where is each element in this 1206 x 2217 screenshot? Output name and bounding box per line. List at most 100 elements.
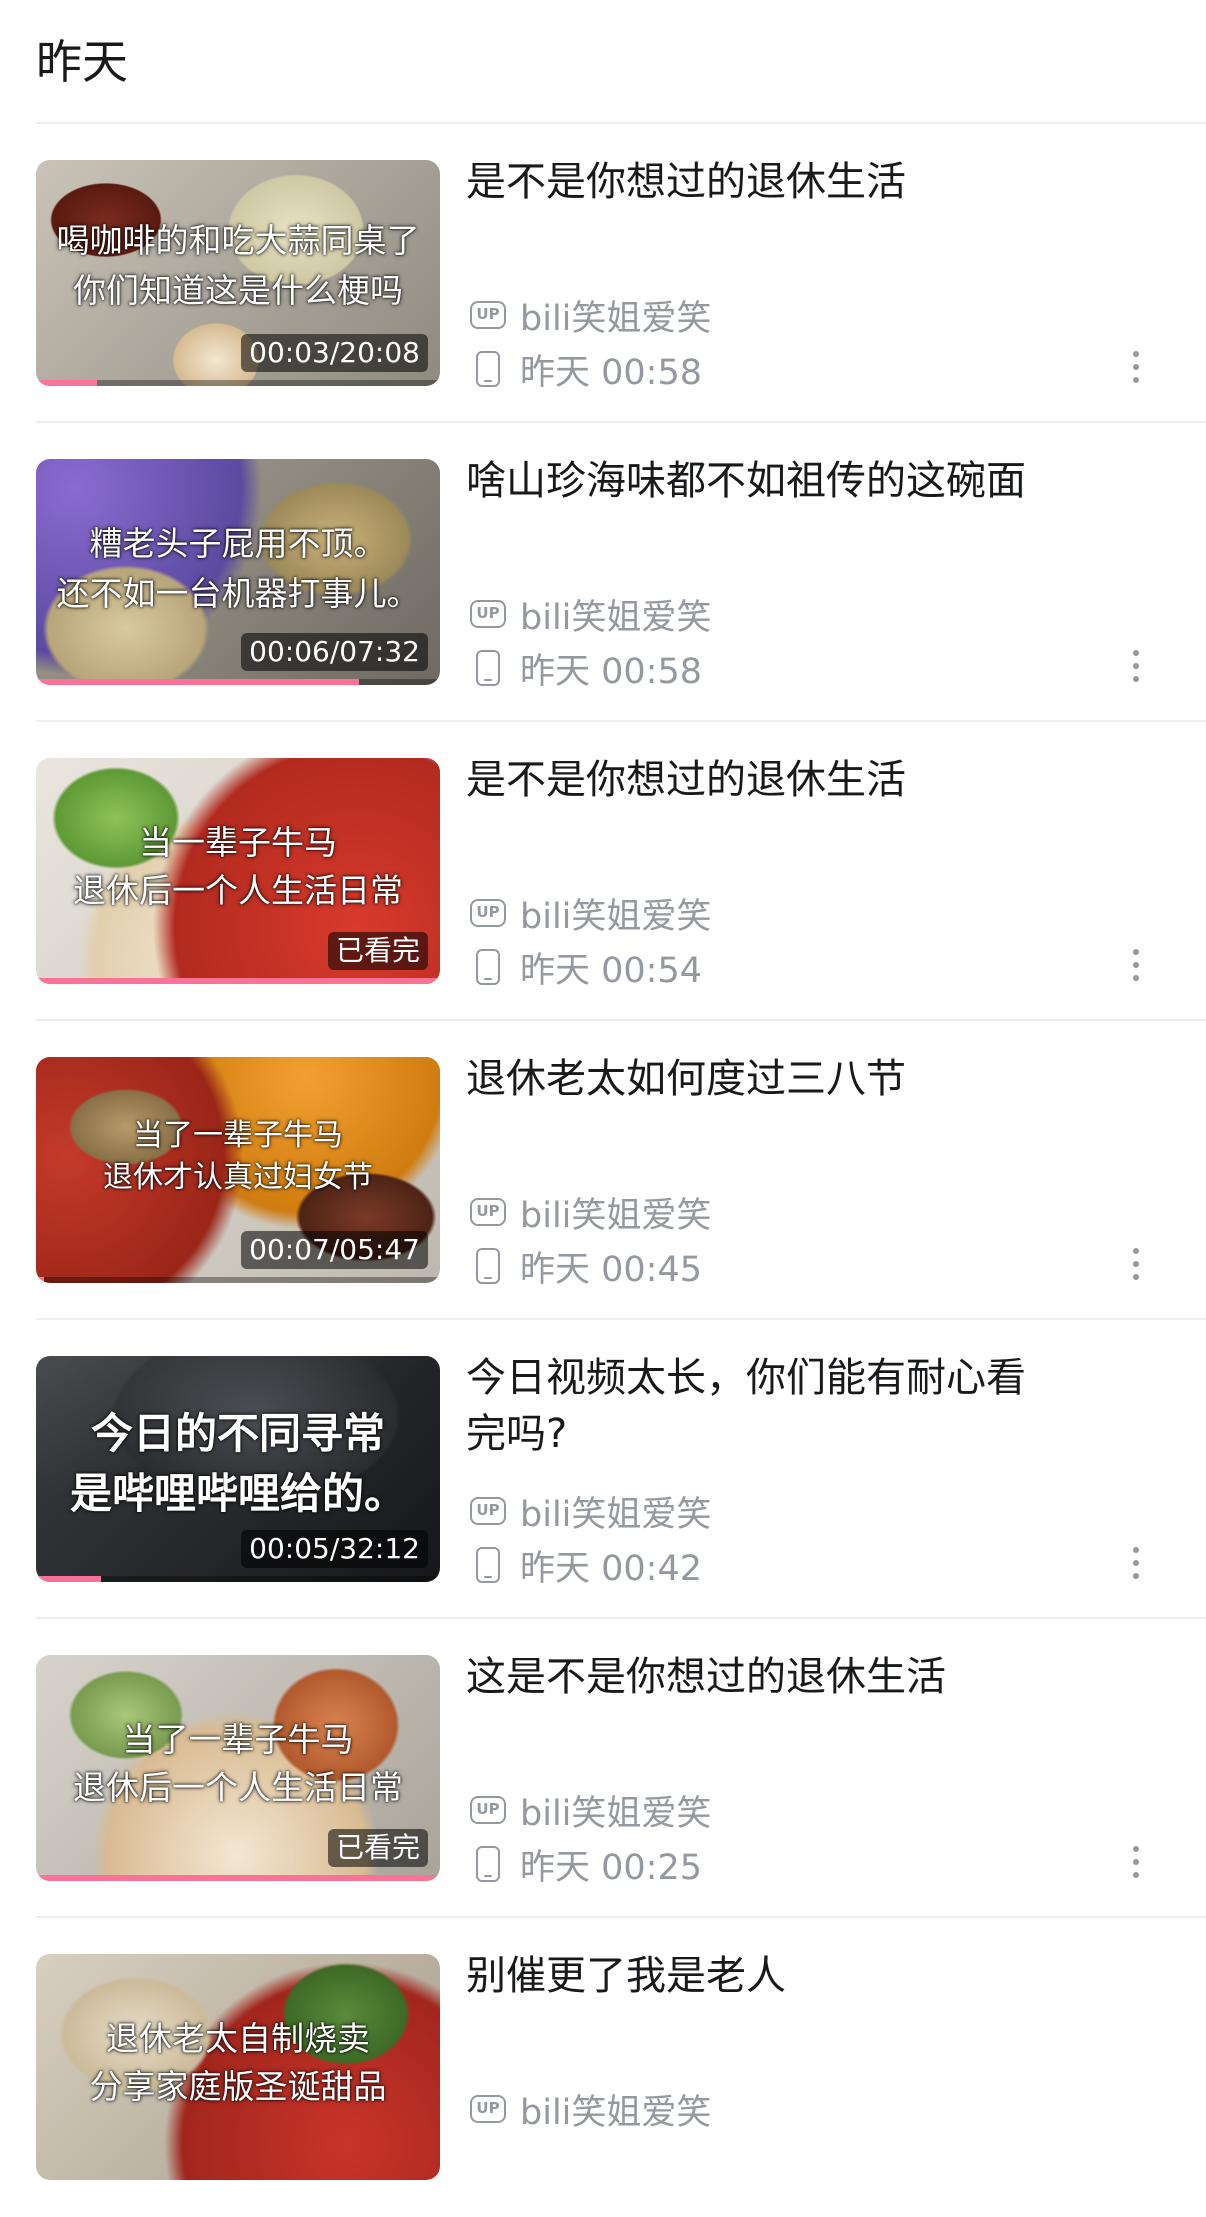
uploader-row[interactable]: UP bili笑姐爱笑 xyxy=(470,1488,712,1535)
more-vertical-icon xyxy=(1133,1261,1139,1267)
history-item[interactable]: 当了一辈子牛马 退休后一个人生活日常 已看完 这是不是你想过的退休生活 UP b… xyxy=(0,1619,1206,1918)
uploader-row[interactable]: UP bili笑姐爱笑 xyxy=(470,2086,711,2133)
progress-badge: 00:05/32:12 xyxy=(241,1530,428,1568)
watch-progress-bar xyxy=(36,1576,440,1582)
watch-time: 昨天 00:25 xyxy=(520,1847,702,1888)
watch-progress-bar xyxy=(36,1875,440,1881)
watch-progress-bar xyxy=(36,978,440,984)
thumbnail-caption-line: 你们知道这是什么梗吗 xyxy=(73,271,403,310)
more-options-button[interactable] xyxy=(1116,1538,1156,1588)
video-title-line: 退休老太如何度过三八节 xyxy=(466,1056,906,1102)
thumbnail-caption-line: 今日的不同寻常 xyxy=(90,1409,385,1458)
thumbnail-caption-line: 还不如一台机器打事儿。 xyxy=(56,574,420,613)
history-item[interactable]: 当一辈子牛马 退休后一个人生活日常 已看完 是不是你想过的退休生活 UP bil… xyxy=(0,722,1206,1021)
phone-icon xyxy=(476,1547,500,1583)
uploader-row[interactable]: UP bili笑姐爱笑 xyxy=(470,1787,712,1834)
thumbnail-caption-line: 喝咖啡的和吃大蒜同桌了 xyxy=(56,221,420,260)
uploader-name: bili笑姐爱笑 xyxy=(520,298,712,339)
progress-badge: 00:07/05:47 xyxy=(241,1231,428,1269)
watch-time-row: 昨天 00:54 xyxy=(470,944,702,991)
watch-progress-fill xyxy=(36,1875,440,1881)
more-options-button[interactable] xyxy=(1116,342,1156,392)
history-item[interactable]: 喝咖啡的和吃大蒜同桌了 你们知道这是什么梗吗 00:03/20:08 是不是你想… xyxy=(0,124,1206,423)
more-options-button[interactable] xyxy=(1116,940,1156,990)
thumbnail-caption-line: 退休老太自制烧卖 xyxy=(106,2019,370,2058)
history-item[interactable]: 今日的不同寻常 是哔哩哔哩给的。 00:05/32:12 今日视频太长，你们能有… xyxy=(0,1320,1206,1619)
phone-icon xyxy=(476,1846,500,1882)
watch-progress-bar xyxy=(36,679,440,685)
video-thumbnail[interactable]: 当了一辈子牛马 退休后一个人生活日常 已看完 xyxy=(36,1655,440,1881)
more-vertical-icon xyxy=(1133,1846,1139,1852)
watch-time-row: 昨天 00:25 xyxy=(470,1841,702,1888)
video-title[interactable]: 这是不是你想过的退休生活 xyxy=(466,1649,1066,1705)
thumbnail-caption-line: 糟老头子屁用不顶。 xyxy=(89,524,387,563)
thumbnail-caption-line: 退休后一个人生活日常 xyxy=(73,871,403,910)
history-item[interactable]: 糟老头子屁用不顶。 还不如一台机器打事儿。 00:06/07:32 啥山珍海味都… xyxy=(0,423,1206,722)
phone-icon xyxy=(476,949,500,985)
uploader-name: bili笑姐爱笑 xyxy=(520,896,712,937)
video-thumbnail[interactable]: 今日的不同寻常 是哔哩哔哩给的。 00:05/32:12 xyxy=(36,1356,440,1582)
history-item[interactable]: 当了一辈子牛马 退休才认真过妇女节 00:07/05:47 退休老太如何度过三八… xyxy=(0,1021,1206,1320)
uploader-name: bili笑姐爱笑 xyxy=(520,1195,712,1236)
video-title-line: 今日视频太长，你们能有耐心看 xyxy=(466,1355,1026,1401)
phone-icon xyxy=(476,351,500,387)
up-badge-icon: UP xyxy=(470,600,506,628)
up-badge-icon: UP xyxy=(470,1796,506,1824)
more-vertical-icon xyxy=(1133,1859,1139,1865)
more-vertical-icon xyxy=(1133,1274,1139,1280)
watch-progress-fill xyxy=(36,1277,45,1283)
more-vertical-icon xyxy=(1133,1248,1139,1254)
section-title: 昨天 xyxy=(36,35,128,89)
more-vertical-icon xyxy=(1133,676,1139,682)
uploader-row[interactable]: UP bili笑姐爱笑 xyxy=(470,292,712,339)
watch-progress-fill xyxy=(36,380,97,386)
watch-progress-fill xyxy=(36,978,440,984)
video-thumbnail[interactable]: 当了一辈子牛马 退休才认真过妇女节 00:07/05:47 xyxy=(36,1057,440,1283)
video-title[interactable]: 是不是你想过的退休生活 xyxy=(466,752,1066,808)
uploader-name: bili笑姐爱笑 xyxy=(520,597,712,638)
video-title[interactable]: 别催更了我是老人 xyxy=(466,1948,1066,2004)
watch-time: 昨天 00:54 xyxy=(520,950,702,991)
progress-badge: 00:03/20:08 xyxy=(241,334,428,372)
up-badge-icon: UP xyxy=(470,2095,506,2123)
more-vertical-icon xyxy=(1133,377,1139,383)
video-title[interactable]: 啥山珍海味都不如祖传的这碗面 xyxy=(466,453,1066,509)
watch-progress-bar xyxy=(36,1277,440,1283)
more-vertical-icon xyxy=(1133,351,1139,357)
uploader-name: bili笑姐爱笑 xyxy=(520,1494,712,1535)
watch-time: 昨天 00:42 xyxy=(520,1548,702,1589)
video-title-line: 是不是你想过的退休生活 xyxy=(466,159,906,205)
video-thumbnail[interactable]: 糟老头子屁用不顶。 还不如一台机器打事儿。 00:06/07:32 xyxy=(36,459,440,685)
more-options-button[interactable] xyxy=(1116,1837,1156,1887)
video-thumbnail[interactable]: 当一辈子牛马 退休后一个人生活日常 已看完 xyxy=(36,758,440,984)
uploader-row[interactable]: UP bili笑姐爱笑 xyxy=(470,890,712,937)
uploader-row[interactable]: UP bili笑姐爱笑 xyxy=(470,591,712,638)
thumbnail-caption-line: 是哔哩哔哩给的。 xyxy=(69,1469,406,1518)
video-thumbnail[interactable]: 退休老太自制烧卖 分享家庭版圣诞甜品 xyxy=(36,1954,440,2180)
video-thumbnail[interactable]: 喝咖啡的和吃大蒜同桌了 你们知道这是什么梗吗 00:03/20:08 xyxy=(36,160,440,386)
watch-time: 昨天 00:58 xyxy=(520,651,702,692)
watch-time: 昨天 00:45 xyxy=(520,1249,702,1290)
video-title-line: 啥山珍海味都不如祖传的这碗面 xyxy=(466,458,1026,504)
uploader-row[interactable]: UP bili笑姐爱笑 xyxy=(470,1189,712,1236)
watch-progress-fill xyxy=(36,1576,101,1582)
thumbnail-caption-line: 分享家庭版圣诞甜品 xyxy=(89,2067,387,2106)
more-vertical-icon xyxy=(1133,663,1139,669)
more-vertical-icon xyxy=(1133,975,1139,981)
video-title-line: 这是不是你想过的退休生活 xyxy=(466,1654,946,1700)
video-title[interactable]: 退休老太如何度过三八节 xyxy=(466,1051,1066,1107)
thumbnail-caption-line: 当一辈子牛马 xyxy=(139,823,337,862)
uploader-name: bili笑姐爱笑 xyxy=(520,1793,712,1834)
more-vertical-icon xyxy=(1133,650,1139,656)
video-title-line: 是不是你想过的退休生活 xyxy=(466,757,906,803)
more-vertical-icon xyxy=(1133,364,1139,370)
video-title[interactable]: 今日视频太长，你们能有耐心看 完吗? xyxy=(466,1350,1066,1462)
more-options-button[interactable] xyxy=(1116,1239,1156,1289)
up-badge-icon: UP xyxy=(470,301,506,329)
history-item[interactable]: 退休老太自制烧卖 分享家庭版圣诞甜品 别催更了我是老人 UP bili笑姐爱笑 xyxy=(0,1918,1206,2217)
more-options-button[interactable] xyxy=(1116,641,1156,691)
more-vertical-icon xyxy=(1133,1872,1139,1878)
watch-time-row: 昨天 00:45 xyxy=(470,1243,702,1290)
video-title[interactable]: 是不是你想过的退休生活 xyxy=(466,154,1066,210)
more-vertical-icon xyxy=(1133,962,1139,968)
